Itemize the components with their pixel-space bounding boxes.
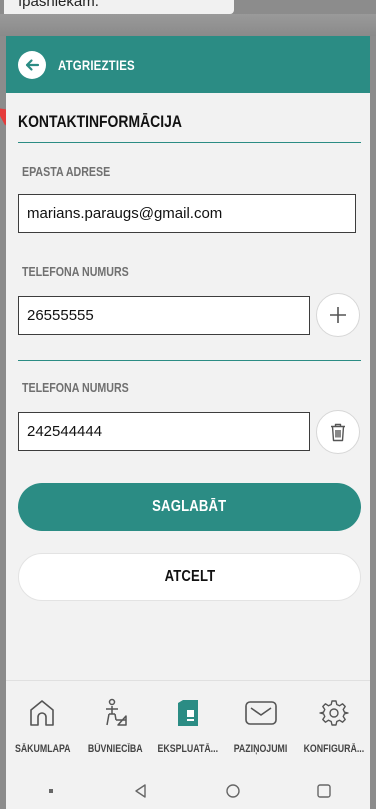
nav-item-home[interactable]: SĀKUMLAPA	[6, 681, 79, 772]
phone-label-1: TELEFONA NUMURS	[22, 264, 129, 279]
nav-item-configuration[interactable]: KONFIGURĀ...	[297, 681, 370, 772]
trash-icon	[331, 423, 345, 442]
section-title: KONTAKTINFORMĀCIJA	[18, 112, 182, 131]
plus-icon	[330, 307, 346, 323]
back-button[interactable]	[18, 50, 46, 79]
nav-item-construction[interactable]: BŪVNIECĪBA	[79, 681, 152, 772]
frame-shadow	[0, 14, 376, 36]
save-button-label: SAGLABĀT	[152, 498, 227, 515]
home-icon	[30, 700, 55, 726]
top-bar: ATGRIEZTIES	[6, 36, 370, 93]
nav-label-notifications: PAZIŅOJUMI	[233, 743, 288, 755]
square-small-icon[interactable]	[44, 784, 58, 798]
nav-label-home: SĀKUMLAPA	[14, 743, 71, 755]
building-icon	[177, 700, 198, 726]
email-label: EPASTA ADRESE	[22, 164, 111, 179]
title-divider	[18, 142, 361, 143]
phone-label-2: TELEFONA NUMURS	[22, 380, 129, 395]
mail-icon	[244, 701, 277, 725]
phone-screen: ATGRIEZTIES KONTAKTINFORMĀCIJA EPASTA AD…	[6, 36, 370, 809]
bottom-navigation: SĀKUMLAPA BŪVNIECĪBA EKSPLUATĀ... PAZIŅO…	[6, 680, 370, 772]
save-button[interactable]: SAGLABĀT	[18, 483, 361, 531]
outer-frame-right	[370, 36, 376, 809]
nav-label-operations: EKSPLUATĀ...	[157, 743, 219, 755]
outer-frame-top: īpašniekam.	[0, 0, 376, 36]
system-navigation-bar	[6, 772, 370, 809]
back-label[interactable]: ATGRIEZTIES	[58, 57, 135, 73]
caption-text: īpašniekam.	[4, 0, 234, 14]
arrow-left-icon	[25, 58, 40, 71]
nav-item-operations[interactable]: EKSPLUATĀ...	[152, 681, 225, 772]
add-phone-button[interactable]	[316, 293, 360, 337]
email-field[interactable]	[18, 194, 356, 233]
phone-field-2[interactable]	[18, 412, 310, 451]
phone-field-1[interactable]	[18, 296, 310, 335]
delete-phone-button[interactable]	[316, 410, 360, 454]
construction-icon	[106, 698, 127, 726]
home-circle-icon[interactable]	[225, 783, 241, 799]
nav-label-configuration: KONFIGURĀ...	[303, 743, 364, 755]
nav-item-notifications[interactable]: PAZIŅOJUMI	[224, 681, 297, 772]
recents-square-icon[interactable]	[316, 783, 332, 799]
back-triangle-icon[interactable]	[133, 783, 149, 799]
cancel-button[interactable]: ATCELT	[18, 553, 361, 601]
cancel-button-label: ATCELT	[164, 568, 215, 585]
gear-icon	[318, 700, 349, 726]
nav-label-construction: BŪVNIECĪBA	[87, 743, 143, 755]
phone-divider	[18, 360, 361, 361]
